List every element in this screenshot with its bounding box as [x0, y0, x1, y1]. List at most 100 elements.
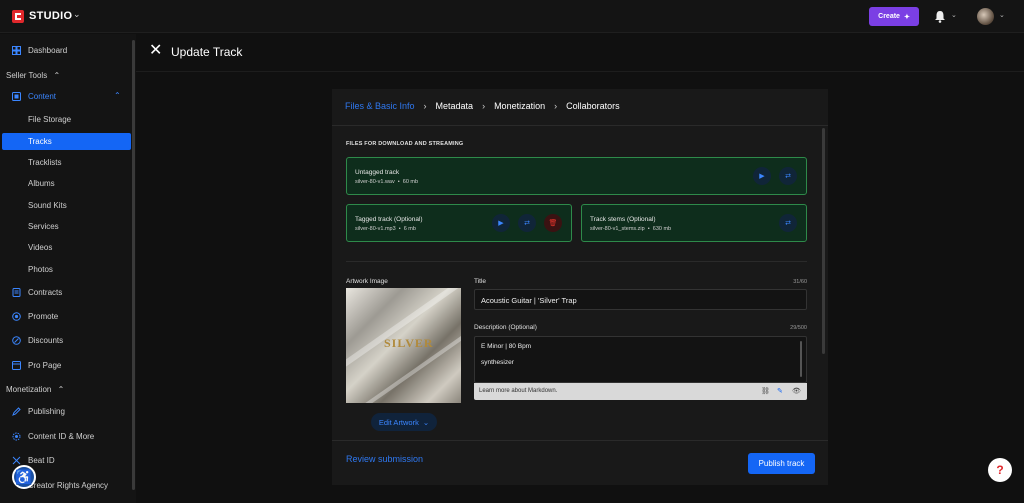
publish-track-button[interactable]: Publish track: [748, 453, 815, 474]
bell-icon[interactable]: [934, 10, 946, 23]
sparkle-icon: ✦: [903, 13, 910, 21]
step-metadata[interactable]: Metadata: [436, 101, 474, 111]
sidebar-item-dashboard[interactable]: Dashboard: [0, 42, 67, 59]
sidebar-item-file-storage[interactable]: File Storage: [28, 115, 71, 124]
sidebar-item-publishing[interactable]: Publishing: [0, 403, 65, 420]
sidebar-item-label: Contracts: [28, 288, 63, 297]
account-chevron-icon[interactable]: ⌄: [999, 11, 1005, 19]
delete-file-button[interactable]: 🗑: [544, 214, 562, 232]
sidebar-item-label: Creator Rights Agency: [28, 481, 109, 490]
step-files-basic-info[interactable]: Files & Basic Info: [345, 101, 415, 111]
link-icon[interactable]: ⛓: [761, 387, 770, 395]
review-submission-link[interactable]: Review submission: [346, 454, 423, 464]
sidebar-item-label: Tracks: [28, 137, 52, 146]
sidebar-scrollbar[interactable]: [132, 40, 135, 490]
artwork-text: SILVER: [384, 336, 434, 350]
gear-icon: [12, 432, 21, 441]
accessibility-icon[interactable]: ♿: [12, 465, 36, 489]
play-button[interactable]: ▶: [753, 167, 771, 185]
artwork-label: Artwork Image: [346, 278, 388, 285]
file-name: Untagged track: [355, 169, 400, 176]
sidebar-item-photos[interactable]: Photos: [28, 265, 53, 274]
file-name: Tagged track (Optional): [355, 216, 423, 223]
tagged-track-card: Tagged track (Optional) silver-80-v1.mp3…: [346, 204, 572, 242]
sidebar: Dashboard Seller Tools ⌃ Content ⌃ File …: [0, 34, 136, 503]
sidebar-item-tracklists[interactable]: Tracklists: [28, 158, 61, 167]
sidebar-section-seller-tools[interactable]: Seller Tools ⌃: [6, 71, 60, 80]
replace-file-button[interactable]: ⇄: [779, 167, 797, 185]
sidebar-section-monetization[interactable]: Monetization ⌃: [6, 385, 64, 394]
crossed-tools-icon: [12, 456, 21, 465]
panel-scrollbar[interactable]: [822, 128, 825, 354]
sidebar-item-content-id[interactable]: Content ID & More: [0, 428, 94, 445]
sidebar-item-contracts[interactable]: Contracts: [0, 284, 62, 301]
chevron-down-icon[interactable]: ⌄: [73, 9, 81, 20]
sidebar-item-albums[interactable]: Albums: [28, 179, 55, 188]
file-size: 630 mb: [652, 226, 672, 232]
replace-icon: ⇄: [785, 173, 791, 180]
replace-icon: ⇄: [785, 220, 791, 227]
chevron-up-icon: ⌃: [114, 91, 121, 100]
step-collaborators[interactable]: Collaborators: [566, 101, 620, 111]
sidebar-item-services[interactable]: Services: [28, 222, 59, 231]
sidebar-item-label: Pro Page: [28, 361, 62, 370]
edit-icon[interactable]: ✎: [777, 387, 783, 395]
file-meta: silver-80-v1_stems.zip • 630 mb: [590, 226, 671, 232]
track-stems-card: Track stems (Optional) silver-80-v1_stem…: [581, 204, 807, 242]
edit-artwork-button[interactable]: Edit Artwork ⌄: [371, 413, 437, 431]
eye-icon[interactable]: 👁: [792, 387, 801, 395]
artwork-highlight: [349, 322, 461, 403]
chevron-right-icon: ›: [554, 101, 558, 111]
sidebar-item-content[interactable]: Content ⌃: [0, 88, 121, 105]
sidebar-item-pro-page[interactable]: Pro Page: [0, 357, 61, 374]
replace-file-button[interactable]: ⇄: [779, 214, 797, 232]
description-label: Description (Optional): [474, 324, 537, 331]
sidebar-item-promote[interactable]: Promote: [0, 308, 58, 325]
sidebar-item-videos[interactable]: Videos: [28, 243, 52, 252]
replace-file-button[interactable]: ⇄: [518, 214, 536, 232]
sidebar-item-label: Beat ID: [28, 456, 55, 465]
description-char-count: 29/500: [790, 325, 807, 331]
chevron-down-icon: ⌄: [422, 417, 430, 427]
markdown-hint-link[interactable]: Learn more about Markdown.: [479, 388, 557, 394]
close-icon[interactable]: ✕: [149, 43, 162, 59]
files-heading: FILES FOR DOWNLOAD AND STREAMING: [346, 141, 464, 147]
help-icon[interactable]: ?: [988, 458, 1012, 482]
page-title: Update Track: [171, 45, 243, 59]
artwork-highlight: [346, 288, 461, 370]
chevron-up-icon: ⌃: [57, 385, 65, 394]
description-line: synthesizer: [481, 359, 514, 366]
notifications-chevron-icon[interactable]: ⌄: [951, 11, 957, 19]
chevron-up-icon: ⌃: [53, 71, 61, 80]
markdown-toolbar: Learn more about Markdown. ⛓ ✎ 👁: [474, 383, 807, 400]
step-breadcrumb: Files & Basic Info › Metadata › Monetiza…: [345, 101, 620, 111]
studio-brand[interactable]: STUDIO: [29, 10, 72, 22]
sidebar-item-sound-kits[interactable]: Sound Kits: [28, 201, 67, 210]
sidebar-item-label: Content ID & More: [28, 432, 95, 441]
play-icon: ▶: [498, 220, 504, 227]
description-textarea[interactable]: E Minor | 80 Bpm synthesizer: [474, 336, 807, 383]
sidebar-item-label: Publishing: [28, 407, 65, 416]
description-line: E Minor | 80 Bpm: [481, 343, 532, 350]
file-size: 6 mb: [403, 226, 416, 232]
untagged-track-card: Untagged track silver-80-v1.wav • 60 mb …: [346, 157, 807, 195]
sidebar-item-discounts[interactable]: Discounts: [0, 332, 63, 349]
sidebar-item-label: Content: [28, 92, 57, 101]
file-size: 60 mb: [402, 179, 419, 185]
trash-icon: 🗑: [548, 220, 558, 227]
title-input[interactable]: Acoustic Guitar | 'Silver' Trap: [474, 289, 807, 310]
file-name: Track stems (Optional): [590, 216, 656, 223]
top-bar: STUDIO ⌄ Create ✦ ⌄ ⌄: [0, 0, 1024, 33]
file-meta: silver-80-v1.wav • 60 mb: [355, 179, 418, 185]
page-icon: [12, 361, 21, 370]
description-scrollbar[interactable]: [800, 341, 802, 377]
sidebar-item-tracks[interactable]: Tracks: [2, 133, 131, 150]
avatar[interactable]: [977, 8, 994, 25]
play-button[interactable]: ▶: [492, 214, 510, 232]
studio-logo-icon[interactable]: [12, 10, 24, 23]
create-button[interactable]: Create ✦: [869, 7, 919, 26]
file-filename: silver-80-v1.wav: [355, 179, 395, 185]
content-icon: [12, 92, 21, 101]
step-monetization[interactable]: Monetization: [494, 101, 545, 111]
artwork-image[interactable]: SILVER: [346, 288, 461, 403]
